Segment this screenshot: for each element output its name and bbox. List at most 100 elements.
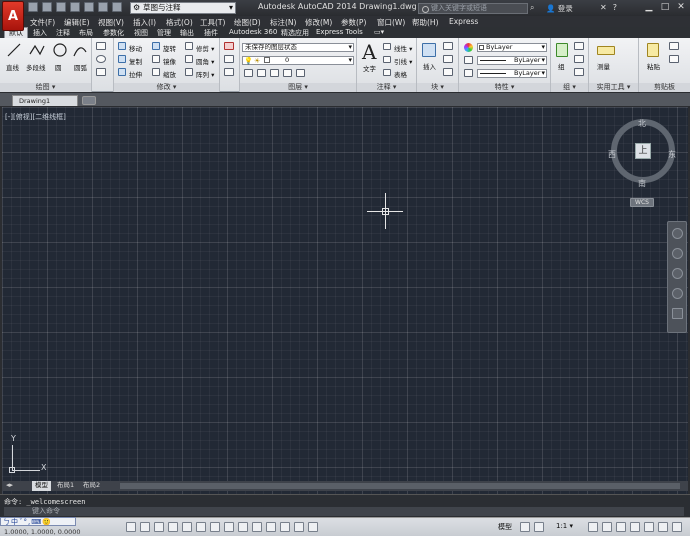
compass-west[interactable]: 西 xyxy=(608,149,616,160)
dimension-button[interactable]: 线性 ▾ xyxy=(394,43,412,53)
ortho-mode-icon[interactable] xyxy=(168,522,178,532)
command-input[interactable]: 键入命令 xyxy=(4,507,684,516)
layer-isolate-icon[interactable] xyxy=(270,69,279,77)
annotation-visibility-icon[interactable] xyxy=(588,522,598,532)
tab-featured-apps[interactable]: 精选应用 xyxy=(281,28,309,38)
text-button[interactable]: 文字 xyxy=(363,63,376,73)
isolate-objects-icon[interactable] xyxy=(644,522,654,532)
snap-mode-icon[interactable] xyxy=(140,522,150,532)
maximize-icon[interactable]: □ xyxy=(658,1,672,13)
tab-addins[interactable]: 插件 xyxy=(204,28,218,38)
line-button[interactable]: 直线 xyxy=(6,62,19,72)
scale-button[interactable]: 缩放 xyxy=(163,69,176,79)
polyline-button[interactable]: 多段线 xyxy=(26,62,46,72)
quick-view-layouts-icon[interactable] xyxy=(520,522,530,532)
grid-display-icon[interactable] xyxy=(154,522,164,532)
measure-button[interactable]: 测量 xyxy=(597,61,610,71)
paste-button[interactable]: 粘贴 xyxy=(647,61,660,71)
workspace-switching-icon[interactable] xyxy=(602,522,612,532)
viewport-controls[interactable]: [-][俯视][二维线框] xyxy=(5,112,66,122)
tab-output[interactable]: 输出 xyxy=(180,28,194,38)
undo-icon[interactable] xyxy=(98,2,108,12)
steering-wheel-icon[interactable] xyxy=(672,228,683,239)
wcs-menu[interactable]: WCS xyxy=(630,198,654,207)
polar-tracking-icon[interactable] xyxy=(182,522,192,532)
selection-cycling-icon[interactable] xyxy=(308,522,318,532)
close-icon[interactable]: ✕ xyxy=(674,1,688,13)
quick-view-drawings-icon[interactable] xyxy=(534,522,544,532)
panel-draw-title[interactable]: 绘图 ▾ xyxy=(0,83,91,92)
coordinates-display[interactable]: 1.0000, 1.0000, 0.0000 xyxy=(4,528,81,536)
polyline-icon[interactable] xyxy=(28,42,46,58)
lock-icon[interactable] xyxy=(616,522,626,532)
search-input[interactable]: 键入关键字或短语 xyxy=(418,3,528,14)
print-icon[interactable] xyxy=(84,2,94,12)
dynamic-input-icon[interactable] xyxy=(252,522,262,532)
annotation-scale[interactable]: 1:1 ▾ xyxy=(556,522,573,530)
arc-icon[interactable] xyxy=(72,42,88,58)
tab-model[interactable]: 模型 xyxy=(32,481,51,491)
panel-block-title[interactable]: 块 ▾ xyxy=(417,83,458,92)
panel-layers-title[interactable]: 图层 ▾ xyxy=(240,83,356,92)
drawing-area[interactable]: [-][俯视][二维线框] 上 北 南 东 西 WCS Y X xyxy=(2,107,688,494)
tab-layout2[interactable]: 布局2 xyxy=(80,481,103,491)
copy-clip-icon[interactable] xyxy=(669,55,679,63)
array-button[interactable]: 阵列 ▾ xyxy=(196,69,214,79)
infer-constraints-icon[interactable] xyxy=(126,522,136,532)
object-snap-tracking-icon[interactable] xyxy=(224,522,234,532)
new-icon[interactable] xyxy=(28,2,38,12)
zoom-icon[interactable] xyxy=(672,268,683,279)
copy-button[interactable]: 复制 xyxy=(129,56,142,66)
tab-insert[interactable]: 插入 xyxy=(33,28,47,38)
model-space-button[interactable]: 模型 xyxy=(498,522,512,532)
save-as-icon[interactable] xyxy=(70,2,80,12)
dynamic-ucs-icon[interactable] xyxy=(238,522,248,532)
create-block-icon[interactable] xyxy=(443,42,453,50)
tab-view[interactable]: 视图 xyxy=(134,28,148,38)
group-button[interactable]: 组 xyxy=(558,61,565,71)
viewcube-top-face[interactable]: 上 xyxy=(635,143,651,159)
rotate-button[interactable]: 旋转 xyxy=(163,43,176,53)
redo-icon[interactable] xyxy=(112,2,122,12)
group-edit-icon[interactable] xyxy=(574,55,584,63)
object-snap-icon[interactable] xyxy=(196,522,206,532)
explode-icon[interactable] xyxy=(224,55,234,63)
workspace-dropdown[interactable]: ⚙ 草图与注释 xyxy=(130,2,236,14)
layer-off-icon[interactable] xyxy=(257,69,266,77)
3d-object-snap-icon[interactable] xyxy=(210,522,220,532)
ime-toolbar[interactable]: ㄅ中ˇ°,⌨🙂 xyxy=(0,517,76,526)
tab-manage[interactable]: 管理 xyxy=(157,28,171,38)
ungroup-icon[interactable] xyxy=(574,42,584,50)
new-tab-button[interactable] xyxy=(82,96,96,105)
panel-annotation-title[interactable]: 注释 ▾ xyxy=(357,83,416,92)
pan-icon[interactable] xyxy=(672,248,683,259)
login-button[interactable]: 👤 登录 xyxy=(546,3,573,14)
attribute-icon[interactable] xyxy=(443,68,453,76)
compass-north[interactable]: 北 xyxy=(638,118,646,129)
tab-parametric[interactable]: 参数化 xyxy=(103,28,124,38)
layer-freeze-icon[interactable] xyxy=(283,69,292,77)
circle-icon[interactable] xyxy=(52,42,68,58)
group-select-icon[interactable] xyxy=(574,68,584,76)
insert-button[interactable]: 插入 xyxy=(423,61,436,71)
hardware-acceleration-icon[interactable] xyxy=(630,522,640,532)
line-icon[interactable] xyxy=(6,42,22,58)
compass-east[interactable]: 东 xyxy=(668,149,676,160)
open-icon[interactable] xyxy=(42,2,52,12)
table-button[interactable]: 表格 xyxy=(394,69,407,79)
edit-block-icon[interactable] xyxy=(443,55,453,63)
stretch-button[interactable]: 拉伸 xyxy=(129,69,142,79)
arc-button[interactable]: 圆弧 xyxy=(74,62,87,72)
tab-layout1[interactable]: 布局1 xyxy=(54,481,77,491)
clean-screen-icon[interactable] xyxy=(672,522,682,532)
panel-groups-title[interactable]: 组 ▾ xyxy=(551,83,588,92)
menu-express[interactable]: Express xyxy=(449,17,478,26)
tab-annotate[interactable]: 注释 xyxy=(56,28,70,38)
binoculars-icon[interactable]: ⌕ xyxy=(530,3,534,13)
tab-layout[interactable]: 布局 xyxy=(79,28,93,38)
quick-properties-icon[interactable] xyxy=(294,522,304,532)
horizontal-scrollbar[interactable] xyxy=(120,483,680,489)
leader-button[interactable]: 引线 ▾ xyxy=(394,56,412,66)
transparency-icon[interactable] xyxy=(280,522,290,532)
erase-icon[interactable] xyxy=(224,42,234,50)
